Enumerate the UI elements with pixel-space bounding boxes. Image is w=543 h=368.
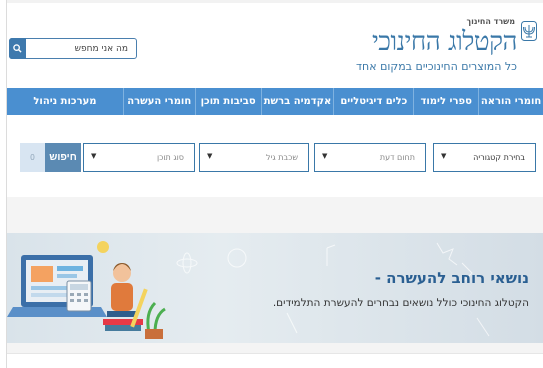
content-panel [7, 353, 543, 368]
nav-item-content-environments[interactable]: סביבות תוכן [194, 88, 261, 115]
site-subtitle: כל המוצרים החינוכיים במקום אחד [356, 60, 517, 73]
filter-search-button[interactable]: חיפוש [45, 143, 81, 172]
banner-title: נושאי רוחב להעשרה - [374, 269, 529, 287]
main-nav: חומרי הוראה ספרי לימוד כלים דיגיטליים אק… [7, 88, 543, 115]
search-button[interactable] [9, 38, 26, 59]
site-title: הקטלוג החינוכי [371, 27, 518, 57]
page-frame: משרד החינוך הקטלוג החינוכי כל המוצרים הח… [6, 0, 543, 368]
field-select[interactable]: תחום דעת ▼ [314, 143, 426, 172]
banner-text: הקטלוג החינוכי כולל נושאים נבחרים להעשרת… [272, 297, 529, 309]
nav-item-textbooks[interactable]: ספרי לימוד [413, 88, 478, 115]
nav-item-digital-tools[interactable]: כלים דיגיטליים [333, 88, 413, 115]
nav-item-teaching-materials[interactable]: חומרי הוראה [478, 88, 543, 115]
category-select-label: בחירת קטגוריה [473, 153, 525, 162]
chevron-down-icon: ▼ [91, 152, 97, 160]
reset-button[interactable]: 0 [20, 143, 45, 172]
enrichment-banner[interactable]: נושאי רוחב להעשרה - הקטלוג החינוכי כולל … [7, 233, 543, 343]
menorah-emblem-icon [521, 21, 537, 41]
ministry-name: משרד החינוך [466, 17, 516, 26]
site-logo[interactable]: משרד החינוך הקטלוג החינוכי כל המוצרים הח… [347, 17, 537, 77]
search-input[interactable] [26, 39, 136, 58]
search-icon [13, 44, 22, 53]
content-type-select[interactable]: סוג תוכן ▼ [83, 143, 195, 172]
age-select[interactable]: שכבת גיל ▼ [199, 143, 309, 172]
site-header: משרד החינוך הקטלוג החינוכי כל המוצרים הח… [7, 3, 543, 83]
classroom-illustration [7, 241, 490, 339]
content-type-select-label: סוג תוכן [156, 153, 184, 162]
age-select-label: שכבת גיל [266, 153, 298, 162]
header-search [9, 38, 137, 59]
spacer-band [7, 197, 543, 233]
chevron-down-icon: ▼ [207, 152, 213, 160]
field-select-label: תחום דעת [379, 153, 415, 162]
nav-item-management-systems[interactable]: מערכות ניהול [7, 88, 123, 115]
chevron-down-icon: ▼ [322, 152, 328, 160]
nav-item-enrichment-materials[interactable]: חומרי העשרה [122, 88, 195, 115]
filter-bar: בחירת קטגוריה ▼ תחום דעת ▼ שכבת גיל ▼ סו… [7, 115, 543, 197]
nav-item-online-academy[interactable]: אקדמיה ברשת [260, 88, 334, 115]
category-select[interactable]: בחירת קטגוריה ▼ [433, 143, 536, 172]
chevron-down-icon: ▼ [441, 152, 447, 160]
content-start-band [7, 343, 543, 368]
